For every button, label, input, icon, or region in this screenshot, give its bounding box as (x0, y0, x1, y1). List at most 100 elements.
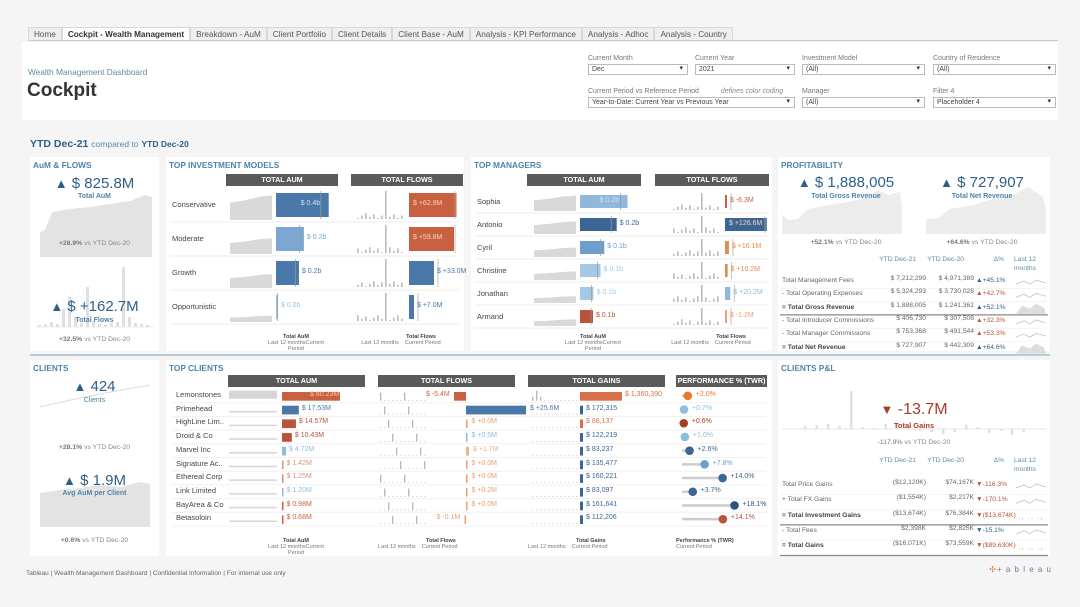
aum-value: $ 1.20M (286, 486, 312, 494)
tab-client-base-aum[interactable]: Client Base - AuM (392, 27, 470, 40)
aum-bar[interactable] (282, 515, 284, 524)
tab-cockpit-wealth-management[interactable]: Cockpit - Wealth Management (61, 27, 191, 40)
flows-bar[interactable] (725, 241, 729, 254)
flows-bar[interactable] (725, 310, 727, 323)
flows-bar[interactable] (466, 487, 468, 497)
flows-spark-bar (381, 282, 383, 287)
investment-model-dropdown[interactable]: (All) (802, 64, 925, 75)
client-name[interactable]: Lemonstones (176, 390, 221, 399)
row-label[interactable]: Armand (477, 312, 503, 321)
filter-label: Manager (802, 88, 830, 95)
aum-bar[interactable] (282, 474, 284, 483)
flows-bar[interactable] (454, 392, 466, 401)
reference-value: $2,825K (949, 524, 974, 532)
manager-dropdown[interactable]: (All) (802, 97, 925, 108)
aum-bar[interactable] (282, 487, 284, 497)
perf-dot[interactable] (700, 460, 709, 469)
row-label[interactable]: Christine (477, 266, 507, 275)
gains-bar[interactable] (580, 392, 622, 401)
row-label[interactable]: Opportunistic (172, 302, 216, 311)
gains-bar[interactable] (580, 460, 583, 470)
client-name[interactable]: Signature Ac.. (176, 459, 223, 468)
perf-dot[interactable] (679, 405, 689, 414)
gains-spark-bar (560, 400, 562, 401)
flows-bar[interactable] (466, 501, 468, 511)
flows-spark-bar (408, 509, 410, 511)
current-month-dropdown[interactable]: Dec (588, 64, 688, 75)
gains-bar[interactable] (580, 419, 583, 429)
filter4-dropdown[interactable]: Placeholder 4 (933, 97, 1056, 108)
flows-bar[interactable] (466, 460, 468, 470)
aum-bar[interactable] (282, 405, 299, 415)
row-label[interactable]: Growth (172, 268, 196, 277)
flows-bar[interactable] (466, 433, 468, 442)
tab-home[interactable]: Home (28, 27, 62, 40)
ytd-compared: compared to (91, 139, 139, 149)
perf-dot[interactable] (730, 501, 739, 510)
perf-dot[interactable] (718, 473, 727, 483)
country-dropdown[interactable]: (All) (933, 64, 1056, 75)
flows-spark-bar (713, 273, 715, 279)
flows-bar[interactable] (409, 261, 434, 285)
gains-spark-bar (552, 441, 554, 442)
period-dropdown[interactable]: Year-to-Date: Current Year vs Previous Y… (588, 97, 795, 108)
perf-dot[interactable] (683, 391, 693, 401)
gains-bar[interactable] (580, 446, 583, 456)
client-name[interactable]: Link Limited (176, 486, 216, 495)
flows-bar[interactable] (725, 195, 727, 208)
client-name[interactable]: HighLine Lim.. (176, 417, 224, 426)
row-label[interactable]: Moderate (172, 234, 204, 243)
client-name[interactable]: Betasoloin (176, 513, 211, 522)
delta-value: ▲+52.1% (976, 304, 1006, 311)
aum-bar[interactable] (282, 446, 287, 456)
perf-dot[interactable] (680, 432, 690, 442)
filter-label: Country of Residence (933, 55, 1001, 62)
row-label[interactable]: Antonio (477, 220, 502, 229)
client-name[interactable]: Marvel Inc (176, 445, 211, 454)
tab-analysis-adhoc[interactable]: Analysis - Adhoc (581, 27, 655, 40)
flows-spark-bar (424, 427, 426, 429)
gains-bar[interactable] (580, 405, 584, 415)
row-label[interactable]: Sophia (477, 197, 500, 206)
flows-bar[interactable] (464, 515, 467, 524)
tab-analysis-kpi-performance[interactable]: Analysis - KPI Performance (469, 27, 582, 40)
flows-spark-bar (392, 454, 394, 456)
row-label[interactable]: Jonathan (477, 289, 508, 298)
perf-dot[interactable] (688, 487, 698, 497)
up-triangle-icon: ▲ (976, 290, 983, 298)
filter-current-month: Current Month Dec (588, 55, 688, 75)
tab-client-portfolio[interactable]: Client Portfolio (266, 27, 333, 40)
client-name[interactable]: Ethereal Corp (176, 472, 222, 481)
current-year-dropdown[interactable]: 2021 (695, 64, 795, 75)
delta-text: -170.1% (982, 496, 1008, 504)
flows-bar[interactable] (409, 295, 414, 319)
gains-bar[interactable] (580, 474, 583, 483)
aum-bar[interactable] (282, 501, 284, 511)
gains-bar[interactable] (580, 501, 583, 511)
flows-bar[interactable] (725, 287, 731, 300)
client-name[interactable]: BayArea & Co (176, 500, 224, 509)
flows-bar[interactable] (466, 405, 526, 415)
row-label[interactable]: Cyril (477, 243, 492, 252)
tab-client-details[interactable]: Client Details (332, 27, 393, 40)
gains-bar[interactable] (580, 433, 583, 442)
aum-bar[interactable] (282, 460, 284, 470)
flows-bar[interactable] (466, 446, 469, 456)
perf-dot[interactable] (718, 514, 728, 524)
perf-dot[interactable] (685, 446, 694, 455)
gains-spark-bar (532, 427, 534, 429)
gains-bar[interactable] (580, 487, 583, 497)
perf-dot[interactable] (679, 418, 689, 428)
aum-bar[interactable] (282, 433, 292, 442)
client-name[interactable]: Droid & Co (176, 431, 213, 440)
aum-bar[interactable] (282, 419, 296, 429)
flows-bar[interactable] (466, 474, 468, 483)
tab-breakdown-aum[interactable]: Breakdown - AuM (190, 27, 267, 40)
row-label[interactable]: Conservative (172, 200, 216, 209)
tab-analysis-country[interactable]: Analysis - Country (654, 27, 733, 40)
gains-bar[interactable] (580, 515, 583, 524)
flows-bar[interactable] (466, 419, 468, 429)
client-name[interactable]: Primehead (176, 404, 212, 413)
flows-bar[interactable] (725, 264, 728, 277)
flows-spark-bar (396, 427, 398, 429)
